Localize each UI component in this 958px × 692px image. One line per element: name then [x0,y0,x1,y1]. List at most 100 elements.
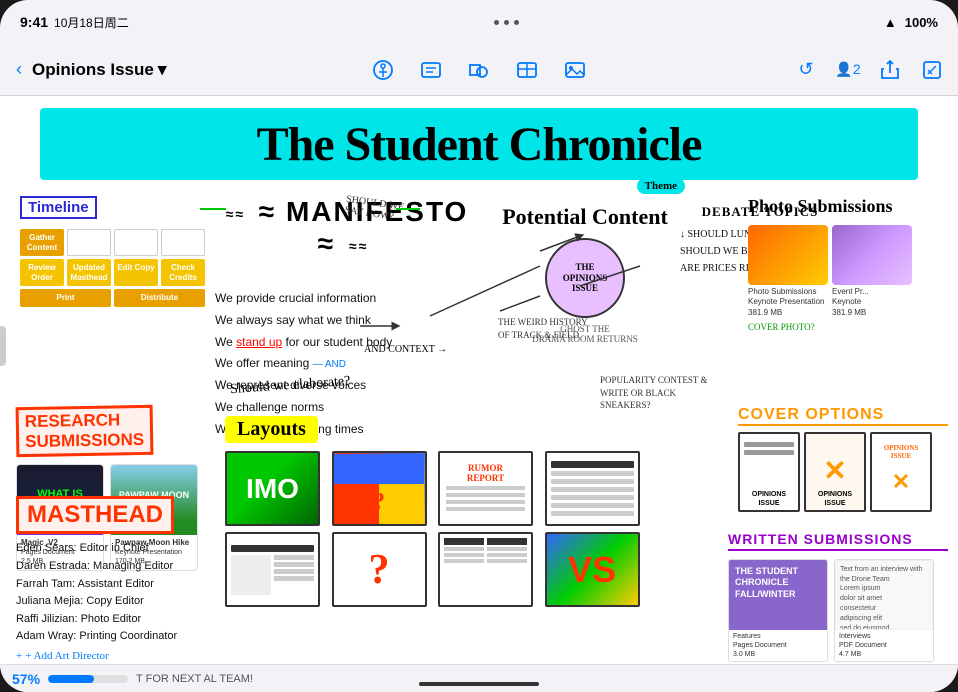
home-indicator [419,682,539,686]
wifi-icon: ▲ [884,15,897,30]
plus-icon: + [16,650,22,662]
dot-1 [494,20,499,25]
written-submissions-section: WRITTEN SUBMISSIONS THE STUDENT CHRONICL… [728,531,948,662]
progress-percent: 57% [12,671,40,687]
layout-newspaper-3 [438,532,533,607]
cover-thumb-2-content: OPINIONSISSUE [818,491,852,508]
whiteboard: The Student Chronicle Timeline Gather Co… [0,96,958,692]
photo-item-2: Event Pr...Keynote381.9 MB [832,225,912,318]
cover-photo-label: COVER PHOTO? [748,322,948,332]
canvas-area[interactable]: The Student Chronicle Timeline Gather Co… [0,96,958,692]
popularity-text: POPULARITY CONTEST &WRITE OR BLACKSNEAKE… [600,374,708,412]
layout-question: ? [332,532,427,607]
masthead-item-2: Daren Estrada: Managing Editor [16,558,236,576]
masthead-item-1: Eden Sears: Editor in Chief [16,540,236,558]
manifesto-item-2: We always say what we think [215,312,475,329]
history-icon[interactable]: ↺ [792,56,820,84]
collaborate-icon[interactable]: 👤2 [834,56,862,84]
photo-grid: Photo SubmissionsKeynote Presentation381… [748,225,948,318]
toolbar-dots [494,20,519,25]
chevron-down-icon: ▾ [158,60,167,80]
tl-empty2 [114,229,158,256]
written-cover-2: Text from an interview with the Drone Te… [835,560,933,630]
masthead-section: MASTHEAD Eden Sears: Editor in Chief Dar… [16,496,236,662]
masthead-list: Eden Sears: Editor in Chief Daren Estrad… [16,540,236,646]
timeline-label: Timeline [20,196,97,219]
toolbar-center [172,56,786,84]
add-art-director[interactable]: + + Add Art Director [16,650,236,662]
date: 10月18日周二 [54,14,129,31]
layout-imo: IMO [225,451,320,526]
cover-options-title: COVER OPTIONS [738,406,948,426]
layout-colorful: ? [332,451,427,526]
and-context: AND CONTEXT → [364,344,447,355]
svg-text:?: ? [373,489,385,515]
written-doc-2-info: InterviewsPDF Document4.7 MB [835,630,933,661]
cover-thumb-1-content: OPINIONSISSUE [752,491,786,508]
written-submissions-title: WRITTEN SUBMISSIONS [728,531,948,551]
cover-thumb-1: OPINIONSISSUE [738,432,800,512]
manifesto-item-6: We challenge norms [215,399,475,416]
photo-thumb-purple [832,225,912,285]
tl-gather: Gather Content [20,229,64,256]
research-label: RESEARCHSUBMISSIONS [16,405,154,457]
dot-3 [514,20,519,25]
photo-submissions-title: Photo Submissions [748,196,948,217]
layouts-title: Layouts [225,416,318,443]
share-icon[interactable] [876,56,904,84]
cover-x-alt: ✕ [892,469,910,495]
layout-newspaper-2 [225,532,320,607]
back-icon: ‹ [16,59,22,80]
doc-title: Opinions Issue ▾ [32,60,166,80]
doc-title-text: Opinions Issue [32,60,154,80]
anchor-icon[interactable] [369,56,397,84]
written-doc-1: THE STUDENT CHRONICLEFALL/WINTER Feature… [728,559,828,662]
tl-empty1 [67,229,111,256]
dot-2 [504,20,509,25]
manifesto-item-1: We provide crucial information [215,290,475,307]
table-icon[interactable] [513,56,541,84]
layout-vs: VS [545,532,640,607]
layout-rumor: RUMORREPORT [438,451,533,526]
tl-empty3 [161,229,205,256]
toolbar-right: ↺ 👤2 [786,56,946,84]
manifesto-section: ≈ MANIFESTO ≈ SHOULD WESAY HOW? We provi… [215,196,475,443]
timeline-grid: Gather Content Review Order Updated Mast… [20,229,205,286]
image-icon[interactable] [561,56,589,84]
photo-item-1: Photo SubmissionsKeynote Presentation381… [748,225,828,318]
progress-bar-bg [48,675,128,683]
masthead-item-3: Farrah Tam: Assistant Editor [16,576,236,594]
tl-edit: Edit Copy [114,259,158,286]
pencil-icon[interactable] [918,56,946,84]
potential-title-area: Potential Content Theme [485,204,685,230]
timeline-section: Timeline Gather Content Review Order Upd… [20,196,205,307]
text-icon[interactable] [417,56,445,84]
cover-options-section: COVER OPTIONS OPINIONSISSUE ✕ OPINIONSIS… [738,406,948,512]
photo-submissions-section: Photo Submissions Photo SubmissionsKeyno… [748,196,948,332]
toolbar: ‹ Opinions Issue ▾ [0,44,958,96]
status-bar: 9:41 10月18日周二 ▲ 100% [0,0,958,44]
masthead-item-4: Juliana Mejia: Copy Editor [16,593,236,611]
sidebar-handle[interactable] [0,326,6,366]
photo-thumb-label-2: Event Pr...Keynote381.9 MB [832,287,912,318]
shapes-icon[interactable] [465,56,493,84]
layout-newspaper [545,451,640,526]
opinions-circle: THEOPINIONSISSUE [545,238,625,318]
battery-icon: 100% [905,15,938,30]
written-docs: THE STUDENT CHRONICLEFALL/WINTER Feature… [728,559,948,662]
cover-thumbs: OPINIONSISSUE ✕ OPINIONSISSUE OPINIONSIS… [738,432,948,512]
layouts-section: Layouts IMO ? RUMORREPORT [225,416,645,607]
back-button[interactable]: ‹ [12,55,26,84]
title-text: The Student Chronicle [257,117,702,172]
masthead-label: MASTHEAD [16,496,174,534]
potential-title: Potential Content [485,204,685,230]
photo-thumb-orange [748,225,828,285]
masthead-item-6: Adam Wray: Printing Coordinator [16,628,236,646]
photo-thumb-label-1: Photo SubmissionsKeynote Presentation381… [748,287,828,318]
cover-thumb-3: OPINIONSISSUE ✕ [870,432,932,512]
written-cover-1: THE STUDENT CHRONICLEFALL/WINTER [729,560,827,630]
al-team-text: T FOR NEXT AL TEAM! [136,673,253,685]
tl-updated: Updated Masthead [67,259,111,286]
manifesto-item-4: We offer meaning — AND [215,355,475,372]
tl-distribute: Distribute [114,289,205,307]
